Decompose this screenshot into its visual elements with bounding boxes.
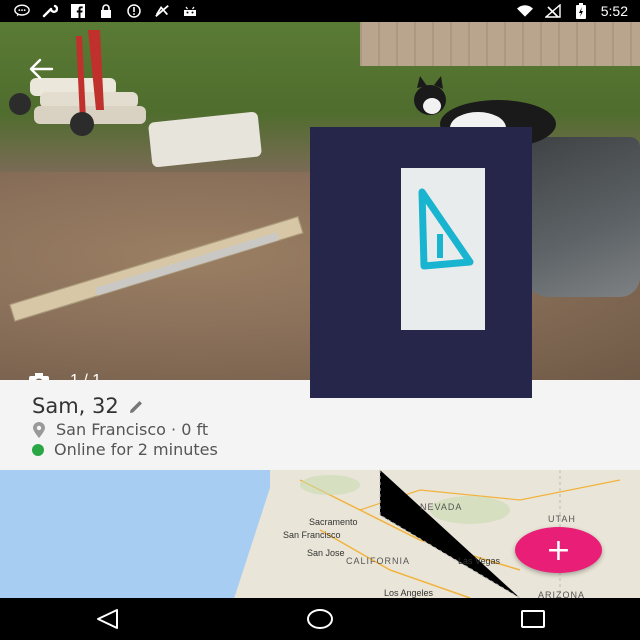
location-pin-icon	[32, 421, 46, 438]
pencil-icon[interactable]	[127, 397, 145, 415]
location-distance: 0 ft	[181, 420, 209, 439]
facebook-icon	[70, 4, 86, 18]
back-arrow-icon[interactable]	[28, 56, 54, 82]
online-row: Online for 2 minutes	[32, 440, 218, 459]
map-state-california: CALIFORNIA	[346, 556, 411, 566]
map-state-utah: UTAH	[548, 514, 576, 524]
map-city-sacramento: Sacramento	[309, 517, 358, 527]
info-icon	[126, 4, 142, 18]
camera-icon	[28, 372, 50, 380]
lock-icon	[98, 4, 114, 18]
chat-bubble-icon	[14, 4, 30, 18]
profile-name: Sam	[32, 394, 79, 418]
profile-name-age: Sam, 32	[32, 394, 119, 418]
location-text: San Francisco · 0 ft	[56, 420, 208, 439]
no-signal-icon	[544, 4, 561, 18]
photo-person	[520, 137, 640, 297]
play-outline-icon	[418, 188, 474, 270]
online-status: Online for 2 minutes	[54, 440, 218, 459]
status-icons-right: 5:52	[516, 3, 640, 19]
map-city-san-francisco: San Francisco	[283, 530, 341, 540]
no-location-icon	[154, 4, 170, 18]
add-button[interactable]: +	[515, 527, 602, 573]
status-bar: 5:52	[0, 0, 640, 22]
map-state-nevada: NEVADA	[420, 502, 463, 512]
navigation-bar	[0, 598, 640, 640]
photo-counter: 1 / 1	[28, 372, 101, 380]
online-dot	[32, 443, 44, 456]
map-city-san-jose: San Jose	[307, 548, 345, 558]
name-age-row: Sam, 32	[32, 394, 145, 418]
status-icons-left	[0, 4, 198, 18]
location-row: San Francisco · 0 ft	[32, 420, 208, 439]
home-circle-icon[interactable]	[306, 608, 334, 630]
name-age-separator: ,	[78, 394, 86, 418]
photo-fence	[360, 22, 640, 66]
map-city-los-angeles: Los Angeles	[384, 588, 434, 598]
profile-age: 32	[92, 394, 119, 418]
map-state-arizona: ARIZONA	[538, 590, 586, 598]
status-time: 5:52	[600, 3, 628, 19]
battery-charging-icon	[573, 3, 589, 19]
location-dot: ·	[171, 420, 177, 439]
wrench-icon	[42, 4, 58, 18]
location-city: San Francisco	[56, 420, 166, 439]
back-triangle-icon[interactable]	[93, 608, 121, 630]
map-city-las-vegas: Las Vegas	[458, 556, 501, 566]
photo-counter-text: 1 / 1	[70, 372, 101, 380]
recents-square-icon[interactable]	[519, 608, 547, 630]
android-icon	[182, 4, 198, 18]
wifi-icon	[516, 4, 533, 18]
photo-hand-truck	[9, 30, 146, 136]
